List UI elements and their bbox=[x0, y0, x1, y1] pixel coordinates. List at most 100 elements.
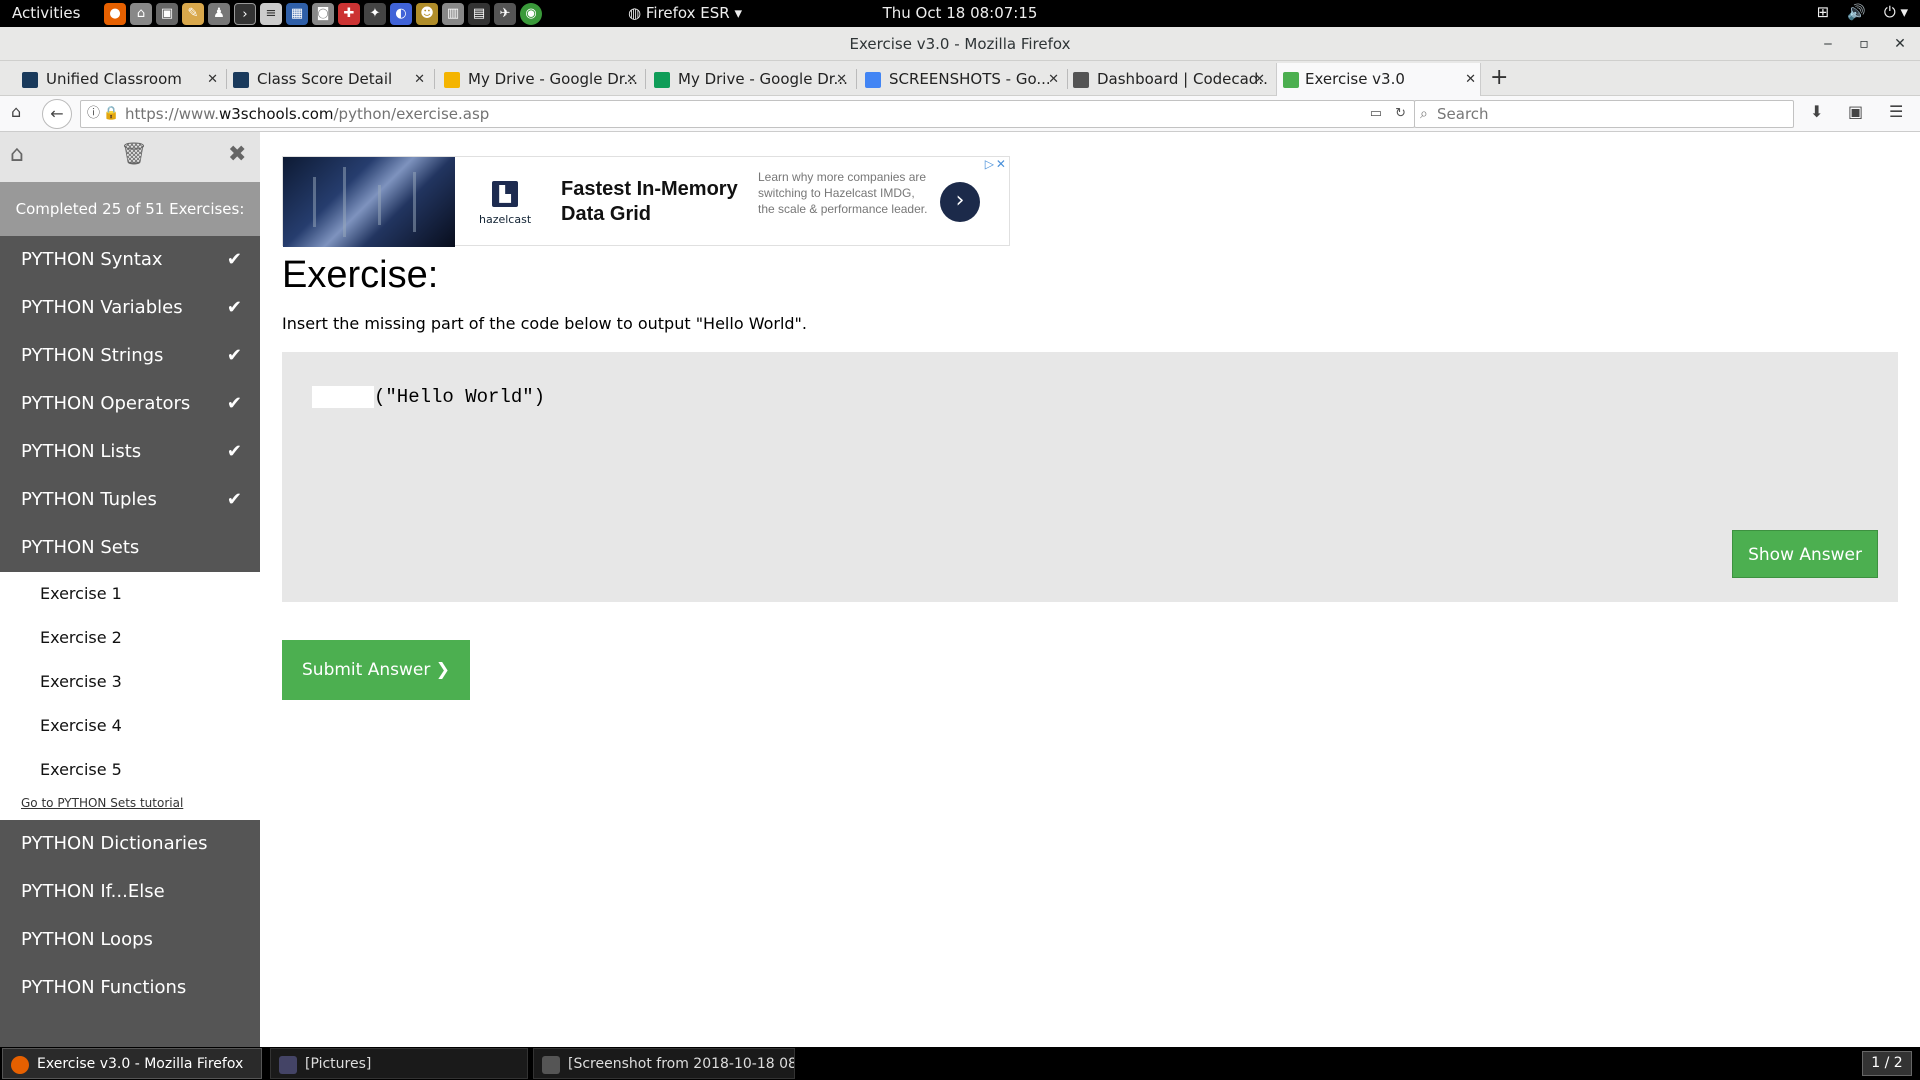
app-launcher-icon[interactable]: ✦ bbox=[364, 3, 386, 25]
window-title-bar: Exercise v3.0 - Mozilla Firefox ‒ ▫ ✕ bbox=[0, 27, 1920, 61]
sidebar-item-dictionaries[interactable]: PYTHON Dictionaries bbox=[0, 820, 260, 868]
reader-view-icon[interactable]: ▭ bbox=[1370, 101, 1382, 127]
app-launcher-icon[interactable]: ♟ bbox=[208, 3, 230, 25]
checkmark-icon: ✔ bbox=[226, 489, 242, 510]
tab[interactable]: Class Score Detail ✕ bbox=[233, 63, 429, 96]
app-menu[interactable]: ◍ Firefox ESR ▾ bbox=[628, 4, 742, 22]
sidebar-item-label: PYTHON Lists bbox=[21, 441, 142, 462]
show-answer-button[interactable]: Show Answer bbox=[1732, 530, 1878, 578]
reload-icon[interactable]: ↻ bbox=[1395, 101, 1406, 127]
help-icon[interactable]: ✚ bbox=[338, 3, 360, 25]
close-icon[interactable]: ✖ bbox=[228, 142, 246, 167]
terminal-icon[interactable]: › bbox=[234, 3, 256, 25]
system-tray[interactable]: ⊞ 🔊 ⏻ ▾ bbox=[1817, 3, 1908, 21]
tab-close-icon[interactable]: ✕ bbox=[1048, 63, 1059, 96]
exercise-link-4[interactable]: Exercise 4 bbox=[0, 704, 260, 748]
back-button[interactable]: ← bbox=[42, 99, 72, 129]
app-launcher-icon[interactable]: ▤ bbox=[468, 3, 490, 25]
url-bar[interactable]: ⓘ 🔒 https://www.w3schools.com/python/exe… bbox=[80, 100, 1415, 128]
chevron-right-icon[interactable]: › bbox=[940, 182, 980, 222]
tab-favicon-icon bbox=[233, 72, 249, 88]
document-icon[interactable]: ≡ bbox=[260, 3, 282, 25]
hazelcast-logo-icon: ▙ bbox=[492, 181, 519, 207]
sidebar-item-label: PYTHON Loops bbox=[21, 929, 153, 950]
firefox-launcher-icon[interactable]: ● bbox=[104, 3, 126, 25]
sidebar-item-sets[interactable]: PYTHON Sets bbox=[0, 524, 260, 572]
app-launcher-icon[interactable]: ◙ bbox=[312, 3, 334, 25]
ad-headline: Fastest In-Memory Data Grid bbox=[561, 178, 738, 225]
clock[interactable]: Thu Oct 18 08:07:15 bbox=[883, 4, 1038, 22]
app-launcher-icon[interactable]: ◉ bbox=[520, 3, 542, 25]
trash-icon[interactable]: 🗑 bbox=[120, 142, 148, 167]
home-folder-icon[interactable]: ⌂ bbox=[130, 3, 152, 25]
exercise-link-2[interactable]: Exercise 2 bbox=[0, 616, 260, 660]
minimize-icon[interactable]: ‒ bbox=[1818, 27, 1838, 61]
sidebar-item-functions[interactable]: PYTHON Functions bbox=[0, 964, 260, 1012]
home-icon[interactable]: ⌂ bbox=[10, 142, 24, 167]
exercise-link-1[interactable]: Exercise 1 bbox=[0, 572, 260, 616]
sidebar-item-syntax[interactable]: PYTHON Syntax ✔ bbox=[0, 236, 260, 284]
info-icon[interactable]: ⓘ bbox=[87, 101, 100, 127]
tab[interactable]: Dashboard | Codecad... ✕ bbox=[1073, 63, 1269, 96]
exercise-link-5[interactable]: Exercise 5 bbox=[0, 748, 260, 792]
lock-icon: 🔒 bbox=[103, 106, 120, 121]
taskbar-item-pictures[interactable]: [Pictures] bbox=[270, 1048, 528, 1079]
tab[interactable]: SCREENSHOTS - Go... ✕ bbox=[865, 63, 1063, 96]
tab-close-icon[interactable]: ✕ bbox=[207, 63, 218, 96]
checkmark-icon: ✔ bbox=[226, 345, 242, 366]
activities-button[interactable]: Activities bbox=[12, 4, 80, 22]
sidebar-item-tuples[interactable]: PYTHON Tuples ✔ bbox=[0, 476, 260, 524]
tab-label: Unified Classroom bbox=[46, 70, 182, 88]
app-launcher-icon[interactable]: ✈ bbox=[494, 3, 516, 25]
sidebar-item-loops[interactable]: PYTHON Loops bbox=[0, 916, 260, 964]
tab[interactable]: My Drive - Google Dr... ✕ bbox=[444, 63, 641, 96]
tab-close-icon[interactable]: ✕ bbox=[836, 63, 847, 96]
text-editor-icon[interactable]: ✎ bbox=[182, 3, 204, 25]
tab-separator bbox=[434, 69, 435, 89]
search-input[interactable]: ⌕ Search bbox=[1414, 100, 1794, 128]
maximize-icon[interactable]: ▫ bbox=[1854, 27, 1874, 61]
taskbar-item-screenshot[interactable]: [Screenshot from 2018-10-18 08-... bbox=[533, 1048, 795, 1079]
app-launcher-icon[interactable]: ◐ bbox=[390, 3, 412, 25]
tab-close-icon[interactable]: ✕ bbox=[626, 63, 637, 96]
sidebar-item-label: PYTHON Sets bbox=[21, 537, 140, 558]
tab[interactable]: My Drive - Google Dr... ✕ bbox=[654, 63, 851, 96]
sets-exercise-list: Exercise 1 Exercise 2 Exercise 3 Exercis… bbox=[0, 572, 260, 820]
sidebar-item-label: PYTHON Strings bbox=[21, 345, 164, 366]
app-launcher-icon[interactable]: ☻ bbox=[416, 3, 438, 25]
search-placeholder: Search bbox=[1437, 105, 1489, 123]
tab[interactable]: Unified Classroom ✕ bbox=[22, 63, 222, 96]
calculator-icon[interactable]: ▦ bbox=[286, 3, 308, 25]
sidebar-item-ifelse[interactable]: PYTHON If...Else bbox=[0, 868, 260, 916]
new-tab-button[interactable]: + bbox=[1490, 63, 1508, 93]
tutorial-link[interactable]: Go to PYTHON Sets tutorial bbox=[0, 792, 260, 820]
tab-label: My Drive - Google Dr... bbox=[468, 70, 638, 88]
tab-favicon-icon bbox=[865, 72, 881, 88]
advertisement-banner[interactable]: ▙ hazelcast Fastest In-Memory Data Grid … bbox=[282, 156, 1010, 247]
workspace-indicator[interactable]: 1 / 2 bbox=[1862, 1051, 1912, 1076]
home-icon[interactable]: ⌂ bbox=[11, 102, 21, 121]
sidebar-item-lists[interactable]: PYTHON Lists ✔ bbox=[0, 428, 260, 476]
sidebar-item-operators[interactable]: PYTHON Operators ✔ bbox=[0, 380, 260, 428]
tab-close-icon[interactable]: ✕ bbox=[1254, 63, 1265, 96]
code-blank-input[interactable] bbox=[312, 386, 374, 408]
submit-answer-button[interactable]: Submit Answer ❯ bbox=[282, 640, 470, 700]
exercise-link-3[interactable]: Exercise 3 bbox=[0, 660, 260, 704]
app-launcher-icon[interactable]: ▥ bbox=[442, 3, 464, 25]
exercise-sidebar: ⌂ 🗑 ✖ Completed 25 of 51 Exercises: PYTH… bbox=[0, 132, 260, 1047]
tab-close-icon[interactable]: ✕ bbox=[1465, 63, 1476, 96]
close-window-icon[interactable]: ✕ bbox=[1890, 27, 1910, 61]
ad-close-icon[interactable]: ▷✕ bbox=[985, 157, 1008, 171]
app-launcher-icon[interactable]: ▣ bbox=[156, 3, 178, 25]
ad-logo: ▙ hazelcast bbox=[479, 181, 531, 226]
downloads-icon[interactable]: ⬇ bbox=[1810, 102, 1823, 121]
tab-close-icon[interactable]: ✕ bbox=[414, 63, 425, 96]
taskbar-item-firefox[interactable]: Exercise v3.0 - Mozilla Firefox bbox=[2, 1048, 262, 1079]
window-controls: ‒ ▫ ✕ bbox=[1818, 27, 1910, 61]
tab-active[interactable]: Exercise v3.0 ✕ bbox=[1276, 63, 1481, 96]
hamburger-menu-icon[interactable]: ☰ bbox=[1889, 102, 1903, 121]
sidebar-item-strings[interactable]: PYTHON Strings ✔ bbox=[0, 332, 260, 380]
tab-favicon-icon bbox=[1283, 72, 1299, 88]
sidebar-item-variables[interactable]: PYTHON Variables ✔ bbox=[0, 284, 260, 332]
sidebar-toggle-icon[interactable]: ▣ bbox=[1848, 102, 1863, 121]
